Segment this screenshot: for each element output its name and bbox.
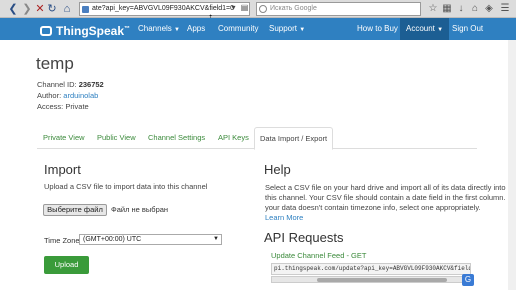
- trademark: ™: [124, 26, 131, 32]
- nav-support[interactable]: Support ▼: [269, 18, 305, 40]
- nav-community-label: Community: [218, 24, 259, 33]
- chevron-down-icon: ▼: [299, 27, 306, 33]
- channel-author: Author: arduinolab: [37, 91, 98, 100]
- google-search-icon: [259, 5, 267, 13]
- search-bar[interactable]: Искать Google: [256, 2, 421, 16]
- address-bar[interactable]: ate?api_key=ABVGVL09F930AKCV&field1=0: [79, 2, 250, 16]
- help-line-3: your data doesn't contain timezone info,…: [265, 203, 481, 212]
- import-title: Import: [44, 162, 81, 177]
- help-line-2: this channel. Your CSV file should conta…: [265, 193, 512, 202]
- import-description: Upload a CSV file to import data into th…: [44, 182, 208, 191]
- nav-apps[interactable]: Apps: [187, 18, 205, 40]
- timezone-select-value: (GMT+00:00) UTC: [83, 236, 142, 243]
- bookmarks-star-icon[interactable]: ☆: [427, 2, 439, 15]
- brand-logo[interactable]: ThingSpeak™: [40, 21, 131, 38]
- tab-private-view[interactable]: Private View: [43, 127, 85, 149]
- translate-icon[interactable]: G: [462, 274, 474, 286]
- help-line-1: Select a CSV file on your hard drive and…: [265, 183, 506, 192]
- channel-author-label: Author:: [37, 91, 62, 100]
- address-bar-text: ate?api_key=ABVGVL09F930AKCV&field1=0: [92, 5, 235, 12]
- channel-tabs: Private View Public View Channel Setting…: [37, 127, 477, 150]
- back-arrow-icon[interactable]: ❮: [6, 1, 20, 17]
- chevron-down-icon: ▼: [174, 27, 180, 33]
- channel-id: Channel ID: 236752: [37, 80, 104, 89]
- author-link[interactable]: arduinolab: [63, 91, 98, 100]
- forward-arrow-icon[interactable]: ❯: [20, 1, 34, 17]
- nav-channels-label: Channels: [138, 24, 172, 33]
- help-title: Help: [264, 162, 291, 177]
- nav-account-label: Account: [406, 24, 435, 33]
- learn-more-link[interactable]: Learn More: [265, 213, 303, 223]
- dropdown-arrow-icon[interactable]: ▾: [229, 2, 238, 14]
- api-requests-title: API Requests: [264, 230, 344, 245]
- menu-icon[interactable]: ☰: [499, 2, 511, 15]
- tab-api-keys[interactable]: API Keys: [218, 127, 249, 149]
- code-horizontal-scrollbar[interactable]: [271, 276, 471, 283]
- timezone-select[interactable]: (GMT+00:00) UTC ▼: [79, 234, 222, 245]
- site-navbar: ThingSpeak™ Channels ▼ Apps Community Su…: [0, 18, 516, 40]
- site-identity-icon[interactable]: [82, 6, 89, 13]
- tab-public-view[interactable]: Public View: [97, 127, 136, 149]
- nav-sign-out-label: Sign Out: [452, 24, 484, 33]
- channel-id-label: Channel ID:: [37, 80, 77, 89]
- nav-account[interactable]: Account ▼: [400, 18, 450, 40]
- reload-icon[interactable]: ↻: [45, 1, 59, 17]
- nav-how-to-buy[interactable]: How to Buy: [357, 18, 398, 40]
- bookmark-page-icon[interactable]: ▤: [240, 2, 249, 14]
- home-toolbar-icon[interactable]: ⌂: [469, 2, 481, 15]
- page-title: temp: [36, 54, 74, 73]
- page-vertical-scrollbar[interactable]: [508, 40, 516, 290]
- search-bar-placeholder: Искать Google: [270, 5, 317, 12]
- nav-channels[interactable]: Channels ▼: [138, 18, 180, 40]
- nav-apps-label: Apps: [187, 24, 206, 33]
- tab-channel-settings[interactable]: Channel Settings: [148, 127, 205, 149]
- api-url-code[interactable]: pi.thingspeak.com/update?api_key=ABVGVL0…: [271, 263, 471, 275]
- library-icon[interactable]: ▦: [441, 2, 453, 15]
- nav-sign-out[interactable]: Sign Out: [452, 18, 483, 40]
- channel-access: Access: Private: [37, 102, 89, 111]
- channel-id-value: 236752: [78, 80, 104, 89]
- channel-access-label: Access:: [37, 102, 64, 111]
- tab-data-import-export[interactable]: Data Import / Export: [254, 127, 334, 150]
- upload-button[interactable]: Upload: [44, 256, 89, 274]
- browser-toolbar: ❮ ❯ ✕ ↻ ⌂ ate?api_key=ABVGVL09F930AKCV&f…: [0, 0, 516, 18]
- nav-community[interactable]: Community: [218, 18, 258, 40]
- home-icon[interactable]: ⌂: [60, 1, 74, 17]
- choose-file-button[interactable]: Выберите файл: [43, 204, 107, 216]
- nav-support-label: Support: [269, 24, 298, 33]
- chevron-down-icon: ▼: [437, 27, 444, 33]
- brand-name: ThingSpeak: [56, 24, 125, 38]
- thingspeak-logo-icon: [40, 26, 52, 36]
- timezone-label: Time Zone: [44, 236, 80, 245]
- nav-how-to-buy-label: How to Buy: [357, 24, 398, 33]
- chevron-down-icon: ▼: [213, 236, 219, 242]
- download-icon[interactable]: ↓: [455, 2, 467, 15]
- channel-access-value: Private: [65, 102, 89, 111]
- file-status: Файл не выбран: [111, 205, 169, 214]
- pocket-icon[interactable]: ◈: [483, 2, 495, 15]
- scrollbar-thumb[interactable]: [317, 278, 447, 282]
- update-channel-feed-link[interactable]: Update Channel Feed - GET: [271, 251, 366, 260]
